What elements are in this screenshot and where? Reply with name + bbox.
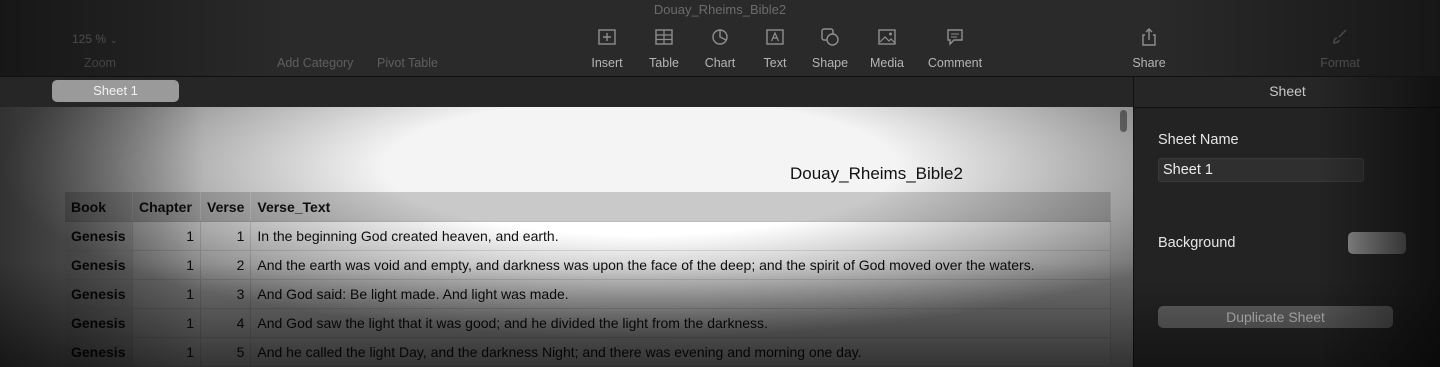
comment-button[interactable]: Comment: [925, 28, 985, 76]
numbers-window: Douay_Rheims_Bible2 125 % ⌄ Zoom Add Cate…: [0, 0, 1440, 367]
chart-label: Chart: [704, 56, 736, 70]
comment-icon: [945, 28, 965, 46]
sheet-name-label: Sheet Name: [1158, 132, 1239, 148]
share-label: Share: [1132, 56, 1166, 70]
table-title[interactable]: Douay_Rheims_Bible2: [790, 164, 963, 184]
cell-verse[interactable]: 4: [200, 308, 252, 338]
cell-book[interactable]: Genesis: [65, 337, 133, 367]
inspector-tab-sheet[interactable]: Sheet: [1134, 77, 1440, 108]
add-category-button[interactable]: Add Category: [277, 56, 353, 70]
comment-label: Comment: [927, 56, 983, 70]
paintbrush-icon: [1330, 28, 1350, 46]
chart-icon: [710, 28, 730, 46]
table-button[interactable]: Table: [634, 28, 694, 76]
zoom-dropdown[interactable]: 125 % ⌄: [72, 32, 118, 46]
window-title: Douay_Rheims_Bible2: [653, 2, 787, 17]
cell-book[interactable]: Genesis: [65, 221, 133, 251]
cell-verse[interactable]: 5: [200, 337, 252, 367]
share-button[interactable]: Share: [1119, 28, 1179, 76]
zoom-label: Zoom: [84, 56, 116, 70]
media-label: Media: [869, 56, 905, 70]
zoom-value: 125 %: [72, 32, 107, 46]
column-header-chapter[interactable]: Chapter: [132, 192, 201, 222]
cell-verse[interactable]: 3: [200, 279, 252, 309]
share-icon: [1139, 28, 1159, 46]
cell-chapter[interactable]: 1: [132, 221, 201, 251]
table-row: Genesis 1 4 And God saw the light that i…: [65, 308, 1112, 338]
shape-button[interactable]: Shape: [800, 28, 860, 76]
cell-book[interactable]: Genesis: [65, 308, 133, 338]
insert-label: Insert: [591, 56, 623, 70]
table-row: Genesis 1 3 And God said: Be light made.…: [65, 279, 1112, 309]
background-label: Background: [1158, 235, 1236, 251]
cell-verse-text[interactable]: And he called the light Day, and the dar…: [250, 337, 1112, 367]
shape-label: Shape: [811, 56, 849, 70]
column-header-verse[interactable]: Verse: [200, 192, 252, 222]
table-row: Genesis 1 2 And the earth was void and e…: [65, 250, 1112, 280]
cell-chapter[interactable]: 1: [132, 279, 201, 309]
chart-button[interactable]: Chart: [690, 28, 750, 76]
insert-button[interactable]: Insert: [577, 28, 637, 76]
tab-sheet-1[interactable]: Sheet 1: [52, 80, 179, 102]
cell-verse-text[interactable]: And God saw the light that it was good; …: [250, 308, 1112, 338]
cell-chapter[interactable]: 1: [132, 250, 201, 280]
sheet-tab-bar: Sheet 1: [0, 77, 1133, 107]
table-row: Genesis 1 5 And he called the light Day,…: [65, 337, 1112, 367]
vertical-scrollbar[interactable]: [1120, 110, 1127, 132]
format-button[interactable]: Format: [1310, 28, 1370, 76]
cell-book[interactable]: Genesis: [65, 279, 133, 309]
insert-icon: [597, 28, 617, 46]
table-icon: [654, 28, 674, 46]
format-inspector: Sheet Sheet Name Sheet 1 Background Dupl…: [1133, 77, 1440, 367]
header-row: Book Chapter Verse Verse_Text: [65, 192, 1112, 222]
text-label: Text: [763, 56, 787, 70]
cell-verse-text[interactable]: And the earth was void and empty, and da…: [250, 250, 1112, 280]
cell-verse[interactable]: 1: [200, 221, 252, 251]
media-button[interactable]: Media: [857, 28, 917, 76]
pivot-table-button[interactable]: Pivot Table: [377, 56, 438, 70]
chevron-down-icon: ⌄: [110, 35, 118, 45]
cell-verse-text[interactable]: And God said: Be light made. And light w…: [250, 279, 1112, 309]
sheet-name-field[interactable]: Sheet 1: [1158, 158, 1364, 182]
cell-chapter[interactable]: 1: [132, 337, 201, 367]
column-header-book[interactable]: Book: [65, 192, 133, 222]
table-label: Table: [649, 56, 679, 70]
shape-icon: [820, 28, 840, 46]
format-label: Format: [1320, 56, 1360, 70]
media-icon: [877, 28, 897, 46]
cell-book[interactable]: Genesis: [65, 250, 133, 280]
text-button[interactable]: Text: [745, 28, 805, 76]
cell-chapter[interactable]: 1: [132, 308, 201, 338]
column-header-verse-text[interactable]: Verse_Text: [250, 192, 1112, 222]
toolbar: Douay_Rheims_Bible2 125 % ⌄ Zoom Add Cate…: [0, 0, 1440, 77]
text-box-icon: [765, 28, 785, 46]
background-color-well[interactable]: [1348, 232, 1406, 254]
sheet-canvas[interactable]: Douay_Rheims_Bible2 Book Chapter Verse V…: [0, 107, 1133, 367]
data-table[interactable]: Book Chapter Verse Verse_Text Genesis 1 …: [65, 192, 1112, 367]
cell-verse[interactable]: 2: [200, 250, 252, 280]
table-row: Genesis 1 1 In the beginning God created…: [65, 221, 1112, 251]
cell-verse-text[interactable]: In the beginning God created heaven, and…: [250, 221, 1112, 251]
duplicate-sheet-button[interactable]: Duplicate Sheet: [1158, 306, 1393, 328]
